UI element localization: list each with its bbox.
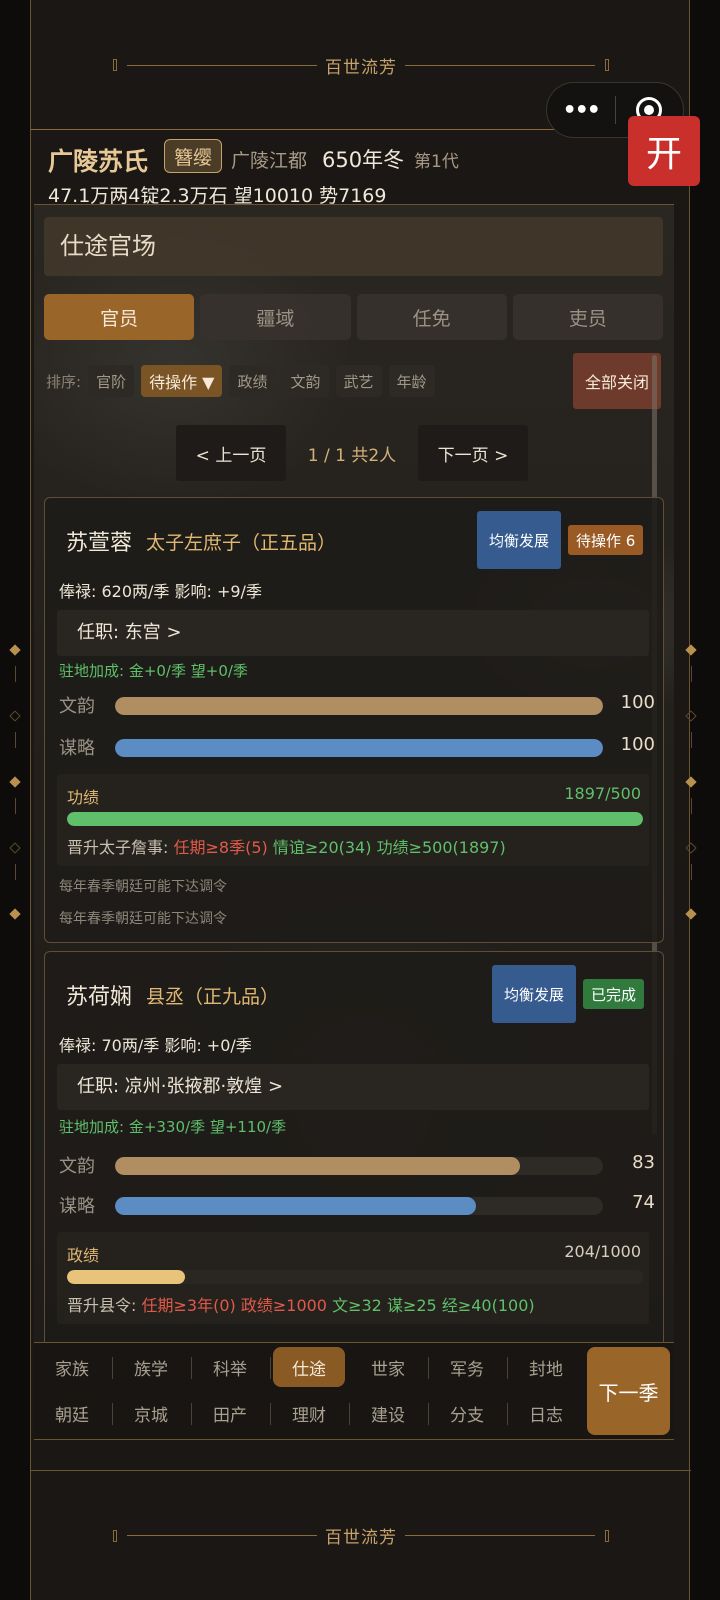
status-badge: 待操作 6: [568, 525, 644, 555]
merit-bar-track: [67, 812, 643, 826]
stat-value: 100: [620, 692, 655, 713]
official-title: 县丞（正九品）: [146, 986, 280, 1008]
nav-court[interactable]: 朝廷: [36, 1393, 108, 1433]
page-info: 1 / 1 共2人: [307, 445, 397, 466]
nav-fief[interactable]: 封地: [510, 1347, 582, 1387]
stat-bar-track: [115, 697, 603, 715]
nav-academy[interactable]: 族学: [115, 1347, 187, 1387]
nav-exam[interactable]: 科举: [194, 1347, 266, 1387]
stat-literary: 文韵 100: [59, 692, 655, 718]
merit-bar-fill: [67, 1270, 185, 1284]
stat-bar-fill: [115, 1157, 521, 1175]
pagination: < 上一页 1 / 1 共2人 下一页 >: [176, 425, 528, 481]
nav-farmland[interactable]: 田产: [194, 1393, 266, 1433]
merit-value: 204/1000: [564, 1242, 641, 1261]
banner-text: 百世流芳: [325, 57, 397, 78]
tab-appointments[interactable]: 任免: [356, 294, 507, 340]
stat-label: 谋略: [59, 1196, 95, 1217]
promotion-requirements: 晋升县令: 任期≥3年(0) 政绩≥1000 文≥32 谋≥25 经≥40(10…: [67, 1296, 535, 1315]
stat-bar-fill: [115, 697, 603, 715]
salary-influence: 俸禄: 620两/季 影响: +9/季: [59, 582, 262, 601]
bottom-nav: 家族 族学 科举 仕途 世家 军务 封地 朝廷 京城 田产 理财 建设 分支 日…: [34, 1342, 674, 1440]
officialdom-panel: 仕途官场 官员 疆域 任免 吏员 排序: 官阶 待操作 ▼ 政绩 文韵 武艺 年…: [34, 204, 674, 1342]
tab-clerks[interactable]: 吏员: [512, 294, 663, 340]
official-card[interactable]: 苏萱蓉 太子左庶子（正五品） 均衡发展 待操作 6 俸禄: 620两/季 影响:…: [44, 497, 664, 943]
merit-value: 1897/500: [564, 784, 641, 803]
status-badge: 已完成: [583, 979, 645, 1009]
nav-construction[interactable]: 建设: [352, 1393, 424, 1433]
stat-label: 文韵: [59, 696, 95, 717]
clan-rank-badge: 簪缨: [164, 139, 222, 173]
nav-military[interactable]: 军务: [431, 1347, 503, 1387]
nav-clan[interactable]: 家族: [36, 1347, 108, 1387]
station-bonus: 驻地加成: 金+330/季 望+110/季: [59, 1118, 287, 1136]
clan-name: 广陵苏氏: [48, 147, 149, 176]
strategy-button[interactable]: 均衡发展: [477, 511, 561, 569]
nav-families[interactable]: 世家: [352, 1347, 424, 1387]
right-ornament: [685, 640, 698, 940]
tab-territory[interactable]: 疆域: [200, 294, 351, 340]
merit-panel: 政绩 204/1000 晋升县令: 任期≥3年(0) 政绩≥1000 文≥32 …: [57, 1232, 649, 1324]
close-all-button[interactable]: 全部关闭: [573, 353, 661, 409]
stat-value: 74: [632, 1192, 655, 1213]
official-card[interactable]: 苏荷娴 县丞（正九品） 均衡发展 已完成 俸禄: 70两/季 影响: +0/季 …: [44, 951, 664, 1342]
stat-bar-track: [115, 739, 603, 757]
post-link[interactable]: 任职: 东宫 >: [57, 610, 649, 656]
merit-panel: 功绩 1897/500 晋升太子詹事: 任期≥8季(5) 情谊≥20(34) 功…: [57, 774, 649, 866]
stat-bar-track: [115, 1157, 603, 1175]
card-note: 每年春季朝廷可能下达调令: [59, 879, 227, 895]
tab-bar: 官员 疆域 任免 吏员: [44, 294, 663, 340]
panel-title: 仕途官场: [44, 217, 663, 276]
merit-bar-track: [67, 1270, 643, 1284]
game-date: 650年冬: [322, 148, 405, 172]
station-bonus: 驻地加成: 金+0/季 望+0/季: [59, 662, 248, 680]
official-title: 太子左庶子（正五品）: [146, 532, 337, 554]
merit-label: 政绩: [67, 1246, 100, 1265]
official-name: 苏萱蓉: [66, 531, 133, 556]
next-page-button[interactable]: 下一页 >: [418, 425, 528, 481]
sort-merit[interactable]: 政绩: [229, 365, 276, 397]
left-ornament: [9, 640, 22, 940]
sort-rank[interactable]: 官阶: [88, 365, 135, 397]
stat-value: 83: [632, 1152, 655, 1173]
stat-strategy: 谋略 100: [59, 734, 655, 760]
banner-text-bottom: 百世流芳: [325, 1528, 397, 1548]
sort-literary[interactable]: 文韵: [282, 365, 329, 397]
sort-pending[interactable]: 待操作 ▼: [141, 365, 223, 397]
merit-label: 功绩: [67, 788, 100, 807]
merit-bar-fill: [67, 812, 643, 826]
stat-value: 100: [620, 734, 655, 755]
clan-location: 广陵江都: [231, 150, 308, 172]
stat-label: 谋略: [59, 738, 95, 759]
next-season-button[interactable]: 下一季: [587, 1347, 670, 1435]
tab-officials[interactable]: 官员: [44, 294, 195, 340]
salary-influence: 俸禄: 70两/季 影响: +0/季: [59, 1036, 252, 1055]
sort-martial[interactable]: 武艺: [335, 365, 382, 397]
nav-finance[interactable]: 理财: [273, 1393, 345, 1433]
promotion-requirements: 晋升太子詹事: 任期≥8季(5) 情谊≥20(34) 功绩≥500(1897): [67, 838, 506, 857]
strategy-button[interactable]: 均衡发展: [492, 965, 576, 1023]
stat-label: 文韵: [59, 1156, 95, 1177]
sort-label: 排序:: [46, 372, 82, 391]
nav-capital[interactable]: 京城: [115, 1393, 187, 1433]
stat-bar-track: [115, 1197, 603, 1215]
card-note: 每年春季朝廷可能下达调令: [59, 911, 227, 927]
sort-bar: 排序: 官阶 待操作 ▼ 政绩 文韵 武艺 年龄: [46, 365, 435, 397]
official-name: 苏荷娴: [66, 985, 133, 1010]
prev-page-button[interactable]: < 上一页: [176, 425, 286, 481]
generation: 第1代: [414, 152, 459, 172]
stat-strategy: 谋略 74: [59, 1192, 655, 1218]
stat-literary: 文韵 83: [59, 1152, 655, 1178]
nav-log[interactable]: 日志: [510, 1393, 582, 1433]
bottom-banner: 百世流芳: [31, 1470, 691, 1600]
post-link[interactable]: 任职: 凉州·张掖郡·敦煌 >: [57, 1064, 649, 1110]
stat-bar-fill: [115, 1197, 477, 1215]
stat-bar-fill: [115, 739, 603, 757]
more-icon[interactable]: •••: [547, 98, 615, 123]
nav-branches[interactable]: 分支: [431, 1393, 503, 1433]
sort-age[interactable]: 年龄: [388, 365, 435, 397]
nav-career[interactable]: 仕途: [273, 1347, 345, 1387]
open-button[interactable]: 开: [628, 116, 700, 186]
